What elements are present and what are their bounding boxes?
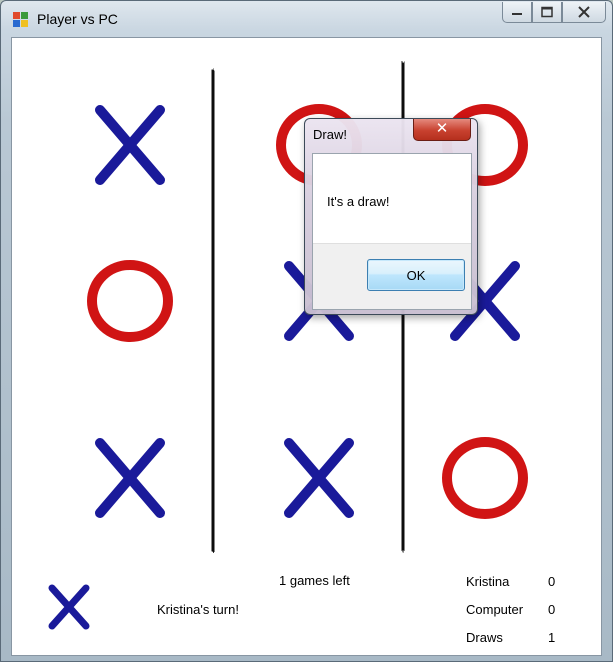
board-cell-3-3[interactable]: [415, 413, 555, 543]
dialog-title: Draw!: [313, 127, 347, 142]
maximize-icon: [541, 6, 553, 18]
score-name-kristina: Kristina: [466, 574, 510, 589]
minimize-button[interactable]: [502, 2, 532, 23]
score-value-computer: 0: [548, 602, 556, 617]
dialog-close-button[interactable]: ✕: [413, 119, 471, 141]
dialog-body: It's a draw! OK: [312, 153, 472, 310]
minimize-icon: [512, 13, 522, 15]
score-name-draws: Draws: [466, 630, 503, 645]
main-window: Player vs PC 1 games left Kristina's tur…: [0, 0, 613, 662]
current-mark-x-icon: [48, 584, 90, 630]
title-bar[interactable]: Player vs PC: [1, 1, 612, 35]
close-button[interactable]: [562, 2, 606, 23]
app-icon: [13, 12, 29, 28]
draw-dialog: Draw! ✕ It's a draw! OK: [304, 118, 478, 315]
ok-button[interactable]: OK: [367, 259, 465, 291]
window-title: Player vs PC: [37, 11, 118, 27]
games-left-label: 1 games left: [279, 573, 350, 588]
board-cell-2-1[interactable]: [60, 236, 200, 366]
grid-line-1: [198, 69, 228, 552]
maximize-button[interactable]: [532, 2, 562, 23]
score-value-kristina: 0: [548, 574, 556, 589]
score-value-draws: 1: [548, 630, 556, 645]
board-cell-1-1[interactable]: [60, 80, 200, 210]
close-icon: [578, 6, 590, 18]
turn-label: Kristina's turn!: [157, 602, 239, 617]
board-cell-3-2[interactable]: [249, 413, 389, 543]
dialog-message: It's a draw!: [327, 194, 390, 209]
close-icon: ✕: [435, 120, 449, 137]
board-cell-3-1[interactable]: [60, 413, 200, 543]
dialog-footer: OK: [313, 243, 471, 309]
score-name-computer: Computer: [466, 602, 524, 617]
